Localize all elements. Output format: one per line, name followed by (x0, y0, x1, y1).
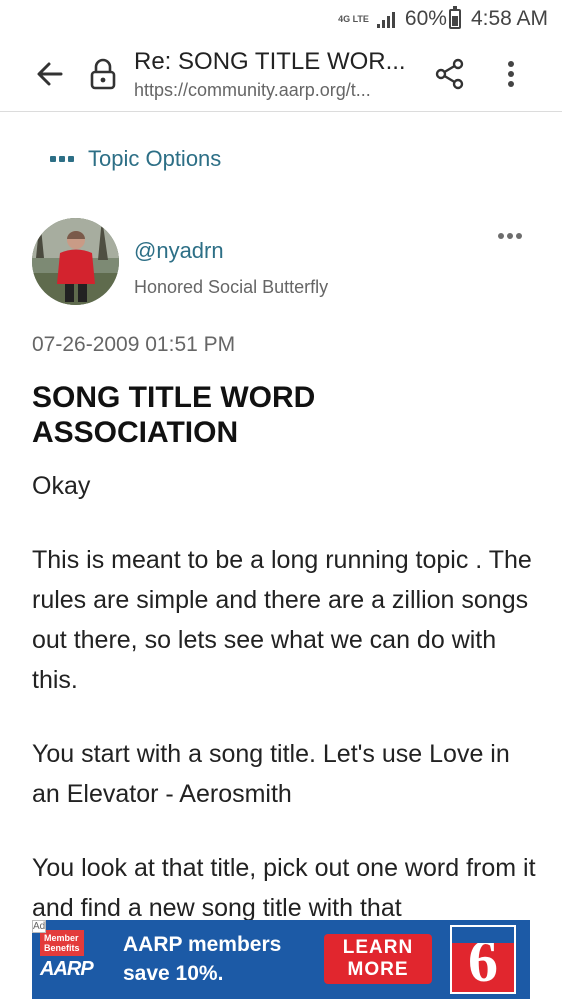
author-rank: Honored Social Butterfly (134, 277, 329, 297)
post-paragraph: You start with a song title. Let's use L… (32, 740, 510, 808)
menu-dot-icon (508, 71, 514, 77)
motel6-logo: 6 (448, 923, 518, 996)
back-arrow-icon (37, 62, 63, 86)
share-button[interactable] (434, 58, 466, 90)
post-paragraph: Okay (32, 472, 91, 500)
page-title: Re: SONG TITLE WOR... (134, 48, 406, 75)
browser-address-bar: Re: SONG TITLE WOR... https://community.… (0, 38, 562, 112)
signal-icon (376, 10, 399, 28)
lock-icon[interactable] (90, 58, 116, 90)
network-type-icon: 4G LTE (338, 13, 369, 24)
menu-dot-icon (507, 233, 513, 239)
back-button[interactable] (34, 58, 66, 90)
menu-dot-icon (516, 233, 522, 239)
post-body: Okay This is meant to be a long running … (32, 466, 537, 962)
aarp-logo-brand: AARP (40, 958, 94, 980)
more-options-icon (50, 156, 74, 162)
ad-headline: AARP members (123, 933, 282, 956)
ad-subline: save 10%. (123, 962, 224, 985)
author-username-link[interactable]: @nyadrn (134, 238, 224, 264)
menu-dot-icon (508, 61, 514, 67)
topic-options-button[interactable]: Topic Options (50, 146, 221, 172)
post-title: SONG TITLE WORD ASSOCIATION (32, 381, 316, 449)
battery-icon (448, 6, 461, 29)
ad-banner[interactable]: Member Benefits AARP AARP members save 1… (32, 920, 530, 999)
clock: 4:58 AM (470, 7, 548, 30)
battery-percent: 60% (404, 7, 447, 30)
post-paragraph: This is meant to be a long running topic… (32, 546, 532, 694)
menu-dot-icon (508, 81, 514, 87)
topic-options-label: Topic Options (88, 146, 222, 171)
url-display[interactable]: Re: SONG TITLE WOR... https://community.… (134, 48, 424, 101)
ad-label: Ad (32, 920, 46, 933)
browser-menu-button[interactable] (496, 58, 526, 90)
status-bar: 4G LTE 60% 4:58 AM (0, 0, 562, 38)
page-url: https://community.aarp.org/t... (134, 80, 371, 100)
post-date: 07-26-2009 01:51 PM (32, 333, 236, 356)
aarp-logo-tag: Member Benefits (40, 930, 84, 956)
post-author: @nyadrn Honored Social Butterfly (32, 218, 532, 308)
post-paragraph: You look at that title, pick out one wor… (32, 854, 536, 922)
learn-more-button[interactable]: LEARN MORE (324, 934, 432, 984)
menu-dot-icon (498, 233, 504, 239)
post-options-button[interactable] (498, 233, 522, 239)
aarp-logo: Member Benefits AARP (40, 930, 114, 992)
avatar[interactable] (32, 218, 119, 305)
motel6-bar (452, 927, 514, 943)
share-icon (435, 58, 464, 90)
